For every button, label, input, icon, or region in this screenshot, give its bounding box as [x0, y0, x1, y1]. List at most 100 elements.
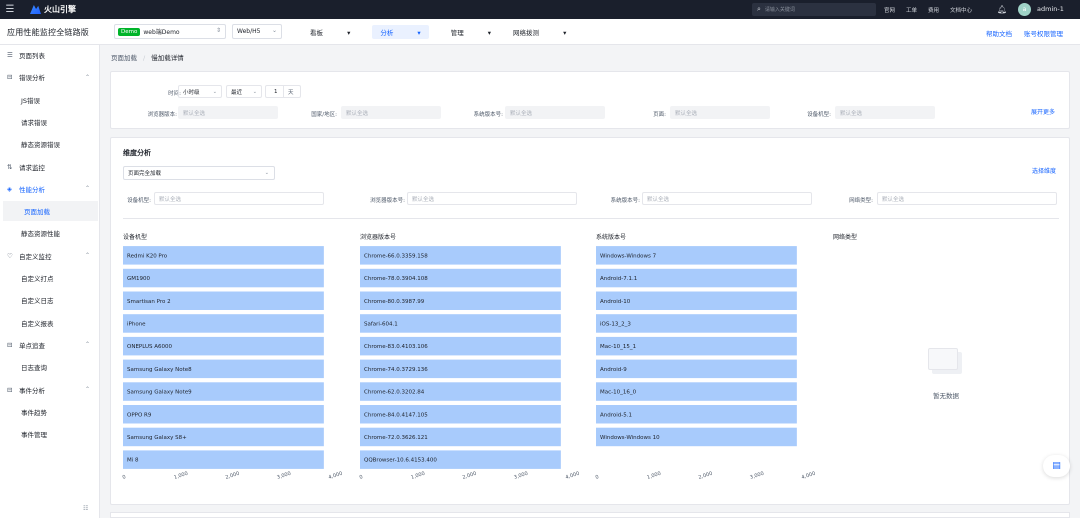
browser-version-select[interactable]: 默认全选	[178, 106, 278, 119]
chevron-up-icon: ⌃	[84, 386, 90, 393]
range-select[interactable]: 最近 ⌄	[226, 85, 262, 98]
os-version-select[interactable]: 默认全选	[505, 106, 605, 119]
sidebar-item-label: 自定义日志	[21, 297, 54, 306]
sidebar-item-17[interactable]: 事件管理	[0, 424, 100, 444]
sort-arrows-icon: ⇕	[215, 27, 221, 34]
link-docs[interactable]: 文档中心	[950, 6, 972, 14]
dim-os-select[interactable]: 默认全选	[642, 192, 812, 205]
sidebar-item-label: 事件分析	[19, 386, 45, 395]
choose-dimension-link[interactable]: 选择维度	[1032, 166, 1056, 175]
app-selector[interactable]: Demo web端Demo ⇕	[114, 24, 226, 39]
expand-more-link[interactable]: 展开更多	[1031, 107, 1055, 116]
sidebar-item-14[interactable]: 日志查询	[0, 357, 100, 377]
dim-network-select[interactable]: 默认全选	[877, 192, 1057, 205]
browser-version-tick-label: 2,000	[462, 471, 477, 481]
main-nav: 看板 ▾ 分析 ▾ 管理 ▾ 网络拨测 ▾	[310, 19, 588, 45]
feedback-chat-icon[interactable]: ▤	[1043, 455, 1070, 477]
os-version-category-label: Android-9	[600, 367, 627, 373]
sidebar-item-2[interactable]: JS错误	[0, 90, 100, 110]
empty-state: 暂无数据	[921, 348, 971, 400]
device-model-tick-label: 0	[122, 474, 127, 481]
sidebar-item-3[interactable]: 请求错误	[0, 112, 100, 132]
browser-version-category-label: Chrome-62.0.3202.84	[364, 390, 425, 396]
sidebar-item-8[interactable]: 静态资源性能	[0, 223, 100, 243]
link-billing[interactable]: 费用	[928, 6, 939, 14]
sidebar-item-1[interactable]: ⊟ 错误分析 ⌃	[0, 67, 100, 87]
sidebar-item-5[interactable]: ⇅ 请求监控	[0, 157, 100, 177]
menu-icon[interactable]: ☰	[0, 0, 20, 19]
sidebar-item-label: JS错误	[21, 96, 41, 105]
device-model-tick-label: 4,000	[328, 471, 343, 481]
platform-selector[interactable]: Web/H5 ⌄	[232, 24, 282, 39]
sidebar-item-label: 事件管理	[21, 431, 47, 440]
nav-analysis-label: 分析	[380, 29, 394, 37]
os-version-label: 系统版本号:	[473, 112, 503, 118]
browser-version-category-label: Chrome-72.0.3626.121	[364, 435, 428, 441]
sidebar-item-label: 自定义监控	[19, 252, 52, 261]
search-input[interactable]: ⌕ 请输入关键词	[752, 3, 876, 16]
account-permission-link[interactable]: 账号权限管理	[1024, 28, 1063, 38]
os-version-tick-label: 1,000	[646, 471, 661, 481]
platform-name: Web/H5	[237, 28, 261, 35]
bell-icon[interactable]: 🔔︎	[997, 5, 1007, 14]
breadcrumb-parent[interactable]: 页面加载	[111, 54, 137, 62]
link-tickets[interactable]: 工单	[906, 6, 917, 14]
sidebar-item-12[interactable]: 自定义报表	[0, 313, 100, 333]
device-model-category-label: ONEPLUS A6000	[127, 344, 173, 350]
sidebar-item-15[interactable]: ⊟ 事件分析 ⌃	[0, 380, 100, 400]
avatar[interactable]: a	[1018, 3, 1031, 16]
sidebar-item-16[interactable]: 事件趋势	[0, 402, 100, 422]
dim-browser-select[interactable]: 默认全选	[407, 192, 577, 205]
page-select[interactable]: 默认全选	[670, 106, 770, 119]
sidebar-item-7[interactable]: 页面加载	[3, 201, 98, 222]
browser-version-tick-label: 3,000	[513, 471, 528, 481]
username[interactable]: admin-1	[1037, 5, 1064, 13]
help-docs-link[interactable]: 帮助文档	[986, 28, 1012, 38]
metric-select[interactable]: 页面完全加载 ⌄	[123, 166, 275, 180]
sidebar-item-label: 自定义报表	[21, 319, 54, 328]
chevron-down-icon: ⌄	[271, 27, 277, 34]
custom-monitor-icon: ♡	[7, 251, 13, 260]
range-unit: 天	[288, 89, 294, 96]
sidebar-item-0[interactable]: ☰ 页面列表	[0, 45, 100, 65]
brand-name: 火山引擎	[44, 5, 76, 14]
device-model-select[interactable]: 默认全选	[835, 106, 935, 119]
dim-device-select[interactable]: 默认全选	[154, 192, 324, 205]
range-count-input[interactable]: 1 天	[265, 85, 301, 98]
browser-version-tick-label: 4,000	[565, 471, 580, 481]
performance-icon: ◈	[7, 184, 12, 193]
device-model-bar[interactable]	[123, 405, 324, 424]
country-region-select[interactable]: 默认全选	[341, 106, 441, 119]
collapse-icon[interactable]: ☷	[83, 505, 88, 512]
browser-version-category-label: Chrome-84.0.4147.105	[364, 412, 428, 418]
link-official-site[interactable]: 官网	[884, 6, 895, 14]
granularity-select[interactable]: 小时级 ⌄	[178, 85, 222, 98]
device-model-bar[interactable]	[123, 268, 324, 288]
nav-dashboard[interactable]: 看板 ▾	[310, 27, 350, 37]
sidebar-item-6[interactable]: ◈ 性能分析 ⌃	[0, 179, 100, 199]
sidebar-item-4[interactable]: 静态资源错误	[0, 134, 100, 154]
dim-device-label: 设备机型:	[127, 198, 151, 204]
sidebar-item-label: 性能分析	[19, 185, 45, 194]
brand-logo[interactable]: 火山引擎	[30, 4, 76, 15]
sidebar-item-label: 单点追查	[19, 341, 45, 350]
os-version-category-label: Mac-10_16_0	[600, 390, 637, 396]
event-icon: ⊟	[7, 385, 13, 394]
nav-analysis[interactable]: 分析 ▾	[372, 25, 429, 39]
filter-card: 时间: 小时级 ⌄ 最近 ⌄ 1 天 浏览器版本: 默认全选 国家/地区: 默认全选…	[110, 71, 1070, 129]
sidebar-item-13[interactable]: ⊟ 单点追查 ⌃	[0, 335, 100, 355]
sidebar-item-11[interactable]: 自定义日志	[0, 290, 100, 310]
device-model-bar[interactable]	[123, 314, 324, 333]
browser-version-category-label: Chrome-74.0.3729.136	[364, 367, 428, 373]
device-model-bar[interactable]	[123, 450, 324, 469]
os-version-tick-label: 3,000	[749, 471, 764, 481]
device-model-category-label: Mi 8	[127, 458, 139, 464]
nav-network-probe-label: 网络拨测	[513, 29, 540, 37]
granularity-value: 小时级	[183, 89, 200, 96]
chart-title-browser: 浏览器版本号	[360, 234, 397, 241]
sidebar-item-9[interactable]: ♡ 自定义监控 ⌃	[0, 246, 100, 266]
sidebar-item-10[interactable]: 自定义打点	[0, 268, 100, 288]
dimension-analysis-panel: 维度分析 页面完全加载 ⌄ 选择维度 设备机型: 默认全选 浏览器版本号: 默认全…	[110, 137, 1070, 505]
nav-network-probe[interactable]: 网络拨测 ▾	[513, 27, 566, 37]
nav-management[interactable]: 管理 ▾	[451, 27, 491, 37]
